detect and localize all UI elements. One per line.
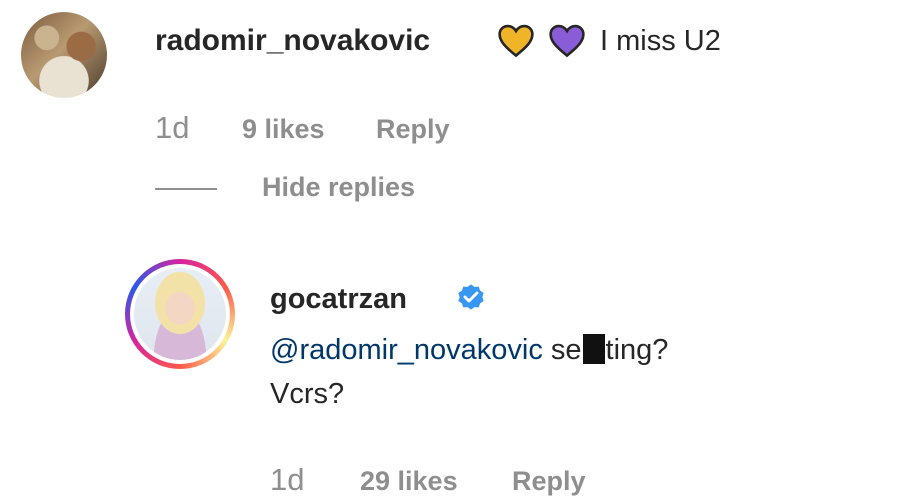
reply-second-line: Vcrs? [270, 378, 345, 410]
hide-replies-button[interactable]: Hide replies [262, 172, 415, 203]
reply-username[interactable]: gocatrzan [270, 283, 407, 316]
reply-likes[interactable]: 29 likes [360, 466, 458, 497]
comment-text: I miss U2 [600, 25, 721, 57]
hide-replies-divider [155, 188, 217, 190]
comment-reply-button[interactable]: Reply [376, 114, 450, 145]
comment-avatar[interactable] [21, 12, 107, 98]
reply-text-after-redaction: ting? [605, 334, 669, 366]
comment-time[interactable]: 1d [155, 110, 189, 146]
reply-avatar-story-ring[interactable] [125, 259, 235, 369]
purple-heart-icon [549, 24, 585, 58]
reply-text: @radomir_novakovic se ting? Vcrs? [270, 328, 870, 416]
reply-avatar [134, 268, 226, 360]
reply-time[interactable]: 1d [270, 462, 304, 498]
comment-likes[interactable]: 9 likes [242, 114, 325, 145]
reply-reply-button[interactable]: Reply [512, 466, 586, 497]
reply-mention-link[interactable]: @radomir_novakovic [270, 334, 543, 366]
verified-badge-icon [458, 284, 484, 310]
comment-username[interactable]: radomir_novakovic [155, 24, 430, 58]
redaction-block [582, 334, 605, 364]
reply-text-before-redaction: se [542, 334, 582, 366]
yellow-heart-icon [498, 24, 534, 58]
